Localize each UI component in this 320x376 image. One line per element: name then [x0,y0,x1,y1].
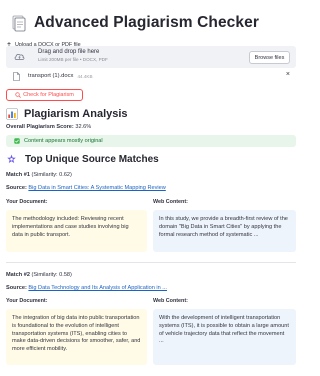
score-label: Overall Plagiarism Score: [6,124,74,130]
dropzone-instruction: Drag and drop file here [38,49,100,55]
match-2-your-text: The integration of big data into public … [6,309,147,365]
score-value: 32.6% [75,124,92,130]
match-2-header: Match #2 (Similarity: 0.58) [6,272,72,278]
browse-files-button[interactable]: Browse files [249,51,290,64]
match-1-header: Match #1 (Similarity: 0.62) [6,172,72,178]
dropzone-text: Drag and drop file here Limit 200MB per … [38,49,108,62]
analysis-heading-row: Plagiarism Analysis [6,108,128,120]
matches-heading-row: Top Unique Source Matches [6,154,159,165]
match-2-your-label: Your Document: [6,298,48,304]
match-2-source-link[interactable]: Big Data Technology and Its Analysis of … [28,285,167,291]
match-1-web-text: In this study, we provide a breadth-firs… [153,210,296,252]
match-divider [6,262,296,263]
document-stack-icon [12,15,26,32]
cloud-upload-icon [14,54,25,60]
match-2-web-label: Web Content: [153,298,188,304]
success-alert: Content appears mostly original [6,135,296,147]
match-1-similarity: (Similarity: 0.62) [31,172,72,178]
bar-chart-icon [6,108,18,120]
remove-file-button[interactable]: × [286,71,290,78]
match-2-title: Match #2 [6,272,30,278]
matches-heading: Top Unique Source Matches [25,154,159,165]
check-plagiarism-label: Check for Plagiarism [23,92,74,98]
file-dropzone[interactable]: Drag and drop file here Limit 200MB per … [6,46,296,68]
match-2-similarity: (Similarity: 0.58) [31,272,72,278]
match-1-source: Source: Big Data in Smart Cities: A Syst… [6,185,166,191]
uploaded-file-row: transport (1).docx 44.4KB × [6,70,296,82]
magnifier-icon [15,92,21,98]
file-icon [13,71,20,81]
match-2-source-label: Source: [6,285,27,291]
check-plagiarism-button[interactable]: Check for Plagiarism [6,89,83,101]
title-row: Advanced Plagiarism Checker [10,14,259,32]
dropzone-limit: Limit 200MB per file • DOCX, PDF [38,57,108,62]
match-2-source: Source: Big Data Technology and Its Anal… [6,285,167,291]
success-alert-text: Content appears mostly original [24,138,103,144]
match-1-source-label: Source: [6,185,27,191]
match-1-your-label: Your Document: [6,199,48,205]
analysis-heading: Plagiarism Analysis [24,108,128,120]
match-1-your-text: The methodology included: Reviewing rece… [6,210,147,252]
check-circle-icon [14,138,20,144]
overall-score: Overall Plagiarism Score: 32.6% [6,124,91,130]
match-2-web-text: With the development of intelligent tran… [153,309,296,365]
page-title: Advanced Plagiarism Checker [34,14,259,31]
file-name: transport (1).docx [28,73,74,79]
file-size: 44.4KB [77,73,93,79]
match-1-web-label: Web Content: [153,199,188,205]
search-icon [7,154,16,163]
match-1-title: Match #1 [6,172,30,178]
match-1-source-link[interactable]: Big Data in Smart Cities: A Systematic M… [28,185,165,191]
